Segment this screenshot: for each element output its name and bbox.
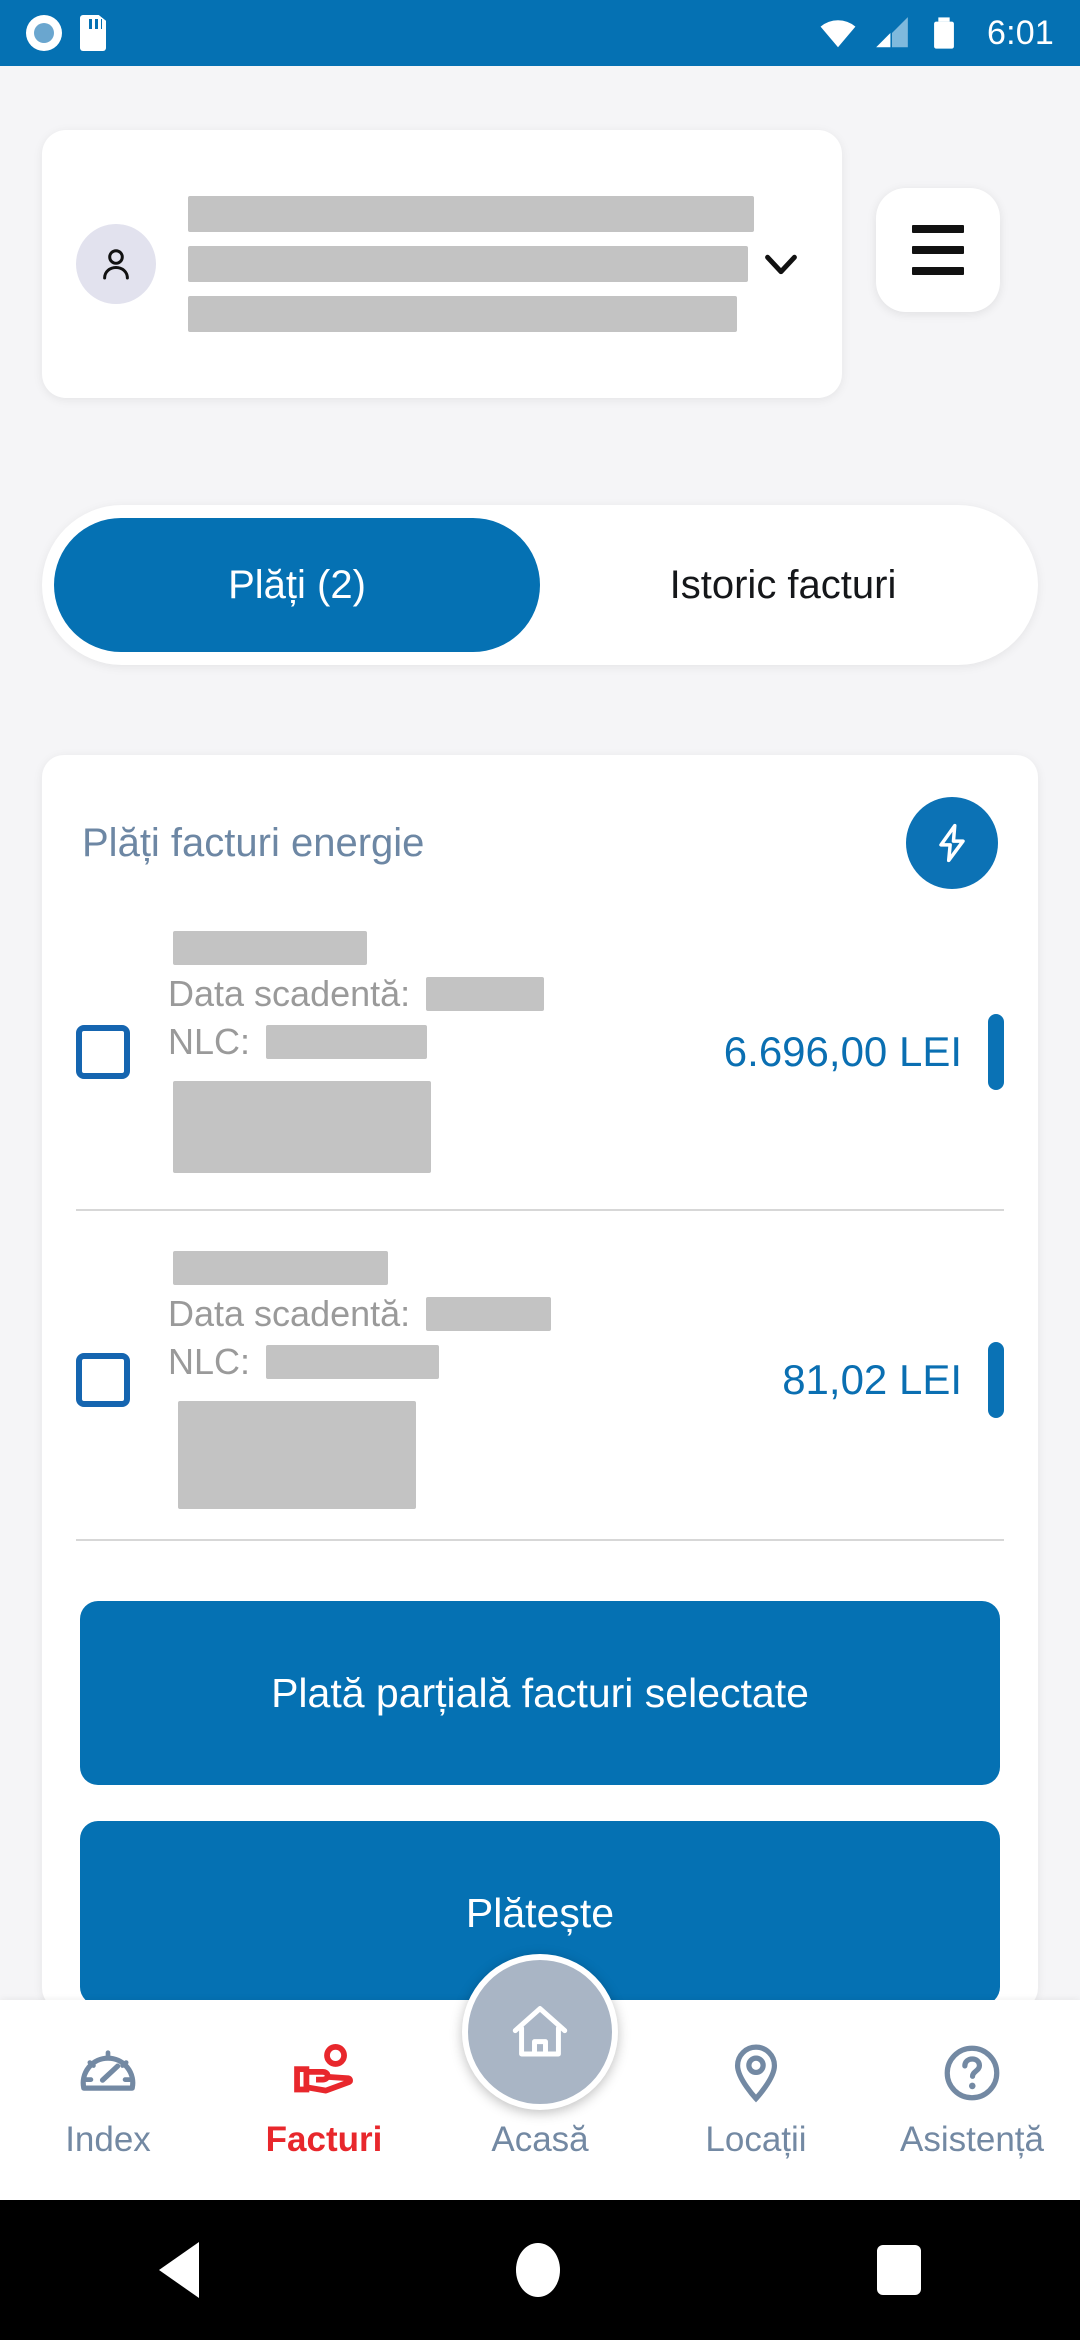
redacted-invoice-name	[173, 931, 367, 965]
payments-card-header: Plăți facturi energie	[42, 755, 1038, 889]
square-recents-icon[interactable]	[877, 2245, 922, 2295]
triangle-back-icon[interactable]	[158, 2242, 199, 2298]
invoice-divider	[76, 1209, 1004, 1211]
invoice-accent-bar	[988, 1014, 1004, 1090]
redacted-nlc	[266, 1345, 439, 1379]
chevron-down-icon	[765, 254, 797, 275]
redacted-line	[188, 196, 754, 232]
question-circle-icon	[944, 2045, 1000, 2101]
tab-plati[interactable]: Plăți (2)	[54, 518, 540, 652]
battery-icon	[934, 17, 954, 49]
status-bar: 6:01	[0, 0, 1080, 66]
redacted-invoice-block	[178, 1401, 417, 1509]
home-icon	[512, 2006, 568, 2057]
redacted-due-date	[426, 1297, 552, 1331]
person-icon	[103, 249, 129, 280]
redacted-invoice-name	[173, 1251, 388, 1285]
nav-label-facturi: Facturi	[265, 2120, 383, 2159]
payments-card: Plăți facturi energie Data scadentă: NLC…	[42, 755, 1038, 2010]
redacted-nlc	[266, 1025, 428, 1059]
invoice-row[interactable]: Data scadentă: NLC: 81,02 LEI	[42, 1251, 1038, 1509]
nav-label-asistenta: Asistență	[900, 2120, 1044, 2159]
account-selector[interactable]	[42, 130, 842, 398]
invoice-checkbox[interactable]	[76, 1025, 130, 1079]
payments-card-title: Plăți facturi energie	[82, 820, 425, 865]
status-bar-left-icons	[26, 15, 106, 51]
lightning-bolt-icon	[939, 823, 965, 863]
invoice-amount: 81,02 LEI	[782, 1356, 962, 1403]
account-header	[0, 130, 1080, 398]
invoice-row[interactable]: Data scadentă: NLC: 6.696,00 LEI	[42, 931, 1038, 1173]
hamburger-menu-icon	[912, 267, 964, 275]
partial-payment-button[interactable]: Plată parțială facturi selectate	[80, 1601, 1000, 1785]
energy-badge	[906, 797, 998, 889]
invoice-checkbox[interactable]	[76, 1353, 130, 1407]
nav-label-index: Index	[65, 2120, 151, 2159]
avatar	[76, 224, 156, 304]
hamburger-menu-icon	[912, 225, 964, 233]
redacted-line	[188, 246, 749, 282]
invoices-bottom-divider	[76, 1539, 1004, 1541]
invoice-details: Data scadentă: NLC:	[168, 1251, 764, 1509]
status-bar-clock: 6:01	[987, 13, 1054, 52]
nav-label-locatii: Locații	[705, 2120, 807, 2159]
due-date-label: Data scadentă:	[168, 1293, 411, 1334]
invoice-details: Data scadentă: NLC:	[168, 931, 706, 1173]
sd-card-icon	[80, 15, 106, 51]
redacted-invoice-block	[173, 1081, 432, 1173]
nav-item-index[interactable]: Index	[0, 2040, 216, 2160]
screen-record-icon	[26, 15, 62, 51]
tab-bar: Plăți (2) Istoric facturi	[42, 505, 1038, 665]
cellular-signal-icon	[876, 17, 908, 48]
nlc-label: NLC:	[168, 1341, 251, 1382]
nav-item-asistenta[interactable]: Asistență	[864, 2040, 1080, 2160]
map-pin-icon	[734, 2044, 778, 2103]
home-fab-button[interactable]	[462, 1954, 618, 2110]
wifi-icon	[820, 20, 856, 48]
circle-home-icon[interactable]	[515, 2243, 560, 2297]
status-bar-right-icons: 6:01	[819, 14, 1054, 53]
invoice-accent-bar	[988, 1342, 1004, 1418]
redacted-line	[188, 296, 738, 332]
nlc-label: NLC:	[168, 1021, 251, 1062]
redacted-due-date	[426, 977, 545, 1011]
hand-holding-coin-icon	[294, 2043, 353, 2094]
account-redacted-lines	[188, 196, 754, 332]
hamburger-menu-button[interactable]	[876, 188, 1000, 312]
due-date-label: Data scadentă:	[168, 973, 411, 1014]
android-navigation-bar	[0, 2200, 1080, 2340]
invoice-amount: 6.696,00 LEI	[723, 1028, 962, 1075]
nav-item-facturi[interactable]: Facturi	[216, 2040, 432, 2160]
gauge-icon	[80, 2050, 136, 2091]
hamburger-menu-icon	[912, 246, 964, 254]
account-expand-button[interactable]	[754, 241, 808, 287]
app-screen: 6:01 Plăți (2) Istoric facturi Plăți fac…	[0, 0, 1080, 2340]
nav-label-acasa: Acasă	[491, 2120, 589, 2159]
nav-item-locatii[interactable]: Locații	[648, 2040, 864, 2160]
tab-istoric-facturi[interactable]: Istoric facturi	[540, 518, 1026, 652]
